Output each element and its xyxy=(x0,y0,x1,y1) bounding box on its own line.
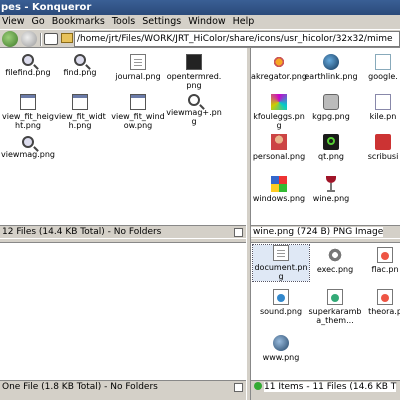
window-titlebar[interactable]: pes - Konqueror xyxy=(0,0,400,15)
pane-top-right[interactable]: akregator.png earthlink.png google. kfou… xyxy=(251,48,400,225)
file-item[interactable]: flac.pn xyxy=(357,247,400,274)
clear-location-icon[interactable] xyxy=(44,33,58,45)
window-title: pes - Konqueror xyxy=(1,2,92,13)
www-globe-icon xyxy=(273,335,289,351)
terminal-icon xyxy=(186,54,202,70)
exec-gear-icon xyxy=(327,247,343,263)
file-item[interactable]: exec.png xyxy=(307,247,363,274)
file-item[interactable]: sound.png xyxy=(253,289,309,316)
pane-top-left[interactable]: filefind.png find.png journal.png opente… xyxy=(0,48,246,225)
bottom-edge xyxy=(251,394,400,400)
toolbar-separator xyxy=(40,33,42,46)
file-item[interactable]: www.png xyxy=(253,335,309,362)
superkaramba-icon xyxy=(327,289,343,305)
file-item[interactable]: view_fit_window.png xyxy=(110,94,166,130)
zoom-in-icon xyxy=(188,94,200,106)
stop-icon[interactable] xyxy=(21,31,37,47)
file-item[interactable]: opentermred.png xyxy=(166,54,222,90)
scribus-icon xyxy=(375,134,391,150)
file-item[interactable]: superkaramba_them... xyxy=(307,289,363,325)
kgpg-icon xyxy=(323,94,339,110)
menu-settings[interactable]: Settings xyxy=(140,15,186,29)
menu-window[interactable]: Window xyxy=(186,15,230,29)
viewmag-icon xyxy=(22,136,34,148)
file-item[interactable]: kgpg.png xyxy=(303,94,359,121)
location-toolbar: /home/jrt/Files/WORK/JRT_HiColor/share/i… xyxy=(0,29,400,48)
status-toggle-box[interactable] xyxy=(234,383,243,392)
personal-icon xyxy=(271,134,287,150)
file-item[interactable]: akregator.png xyxy=(251,54,307,81)
menu-bar: View Go Bookmarks Tools Settings Window … xyxy=(0,15,400,29)
reload-icon[interactable] xyxy=(2,31,18,47)
windows-icon xyxy=(271,176,287,192)
status-bar-top-left: 12 Files (14.4 KB Total) - No Folders xyxy=(0,225,246,238)
sound-icon xyxy=(273,289,289,305)
pane-bottom-left[interactable] xyxy=(0,243,246,380)
menu-help[interactable]: Help xyxy=(231,15,260,29)
view-fit-width-icon xyxy=(72,94,88,110)
find-icon xyxy=(74,54,86,66)
status-bar-bottom-right: 11 Items - 11 Files (14.6 KB T xyxy=(251,380,400,394)
file-item[interactable]: wine.png xyxy=(303,176,359,203)
kfouleggs-icon xyxy=(271,94,287,110)
status-bar-bottom-left: One File (1.8 KB Total) - No Folders xyxy=(0,380,246,394)
file-item[interactable]: earthlink.png xyxy=(303,54,359,81)
file-item[interactable]: filefind.png xyxy=(0,54,56,77)
status-text: 12 Files (14.4 KB Total) - No Folders xyxy=(2,227,162,237)
view-fit-window-icon xyxy=(130,94,146,110)
bottom-edge xyxy=(0,394,246,400)
google-icon xyxy=(375,54,391,70)
pane-bottom-right[interactable]: document.png exec.png flac.pn sound.png … xyxy=(251,243,400,380)
file-item[interactable]: personal.png xyxy=(251,134,307,161)
status-text: 11 Items - 11 Files (14.6 KB T xyxy=(264,382,397,392)
file-item[interactable]: google. xyxy=(355,54,400,81)
file-item[interactable]: theora.p xyxy=(357,289,400,316)
file-item[interactable]: journal.png xyxy=(110,54,166,81)
menu-view[interactable]: View xyxy=(0,15,30,29)
file-item[interactable]: scribusi xyxy=(355,134,400,161)
file-item[interactable]: kile.pn xyxy=(355,94,400,121)
document-icon xyxy=(273,245,289,261)
wine-glass-icon xyxy=(323,176,339,192)
qt-icon xyxy=(323,134,339,150)
menu-go[interactable]: Go xyxy=(30,15,50,29)
file-item[interactable]: kfouleggs.png xyxy=(251,94,307,130)
file-item[interactable]: find.png xyxy=(52,54,108,77)
menu-bookmarks[interactable]: Bookmarks xyxy=(50,15,110,29)
kile-icon xyxy=(375,94,391,110)
status-text: wine.png (724 B) PNG Image xyxy=(251,227,384,237)
file-item[interactable]: view_fit_height.png xyxy=(0,94,56,130)
file-item[interactable]: viewmag+.png xyxy=(166,94,222,126)
status-text: One File (1.8 KB Total) - No Folders xyxy=(2,382,158,392)
earthlink-icon xyxy=(323,54,339,70)
view-fit-height-icon xyxy=(20,94,36,110)
active-view-indicator-icon xyxy=(254,382,262,390)
filefind-icon xyxy=(22,54,34,66)
location-input[interactable]: /home/jrt/Files/WORK/JRT_HiColor/share/i… xyxy=(74,31,400,47)
theora-icon xyxy=(377,289,393,305)
menu-tools[interactable]: Tools xyxy=(110,15,140,29)
file-item[interactable]: windows.png xyxy=(251,176,307,203)
flac-icon xyxy=(377,247,393,263)
file-item[interactable]: viewmag.png xyxy=(0,136,56,159)
file-item-selected[interactable]: document.png xyxy=(252,244,310,282)
journal-icon xyxy=(130,54,146,70)
file-item[interactable]: view_fit_width.png xyxy=(52,94,108,130)
akregator-icon xyxy=(271,54,287,70)
status-toggle-box[interactable] xyxy=(234,228,243,237)
status-bar-top-right: wine.png (724 B) PNG Image xyxy=(251,225,400,238)
folder-icon xyxy=(61,33,73,43)
file-item[interactable]: qt.png xyxy=(303,134,359,161)
